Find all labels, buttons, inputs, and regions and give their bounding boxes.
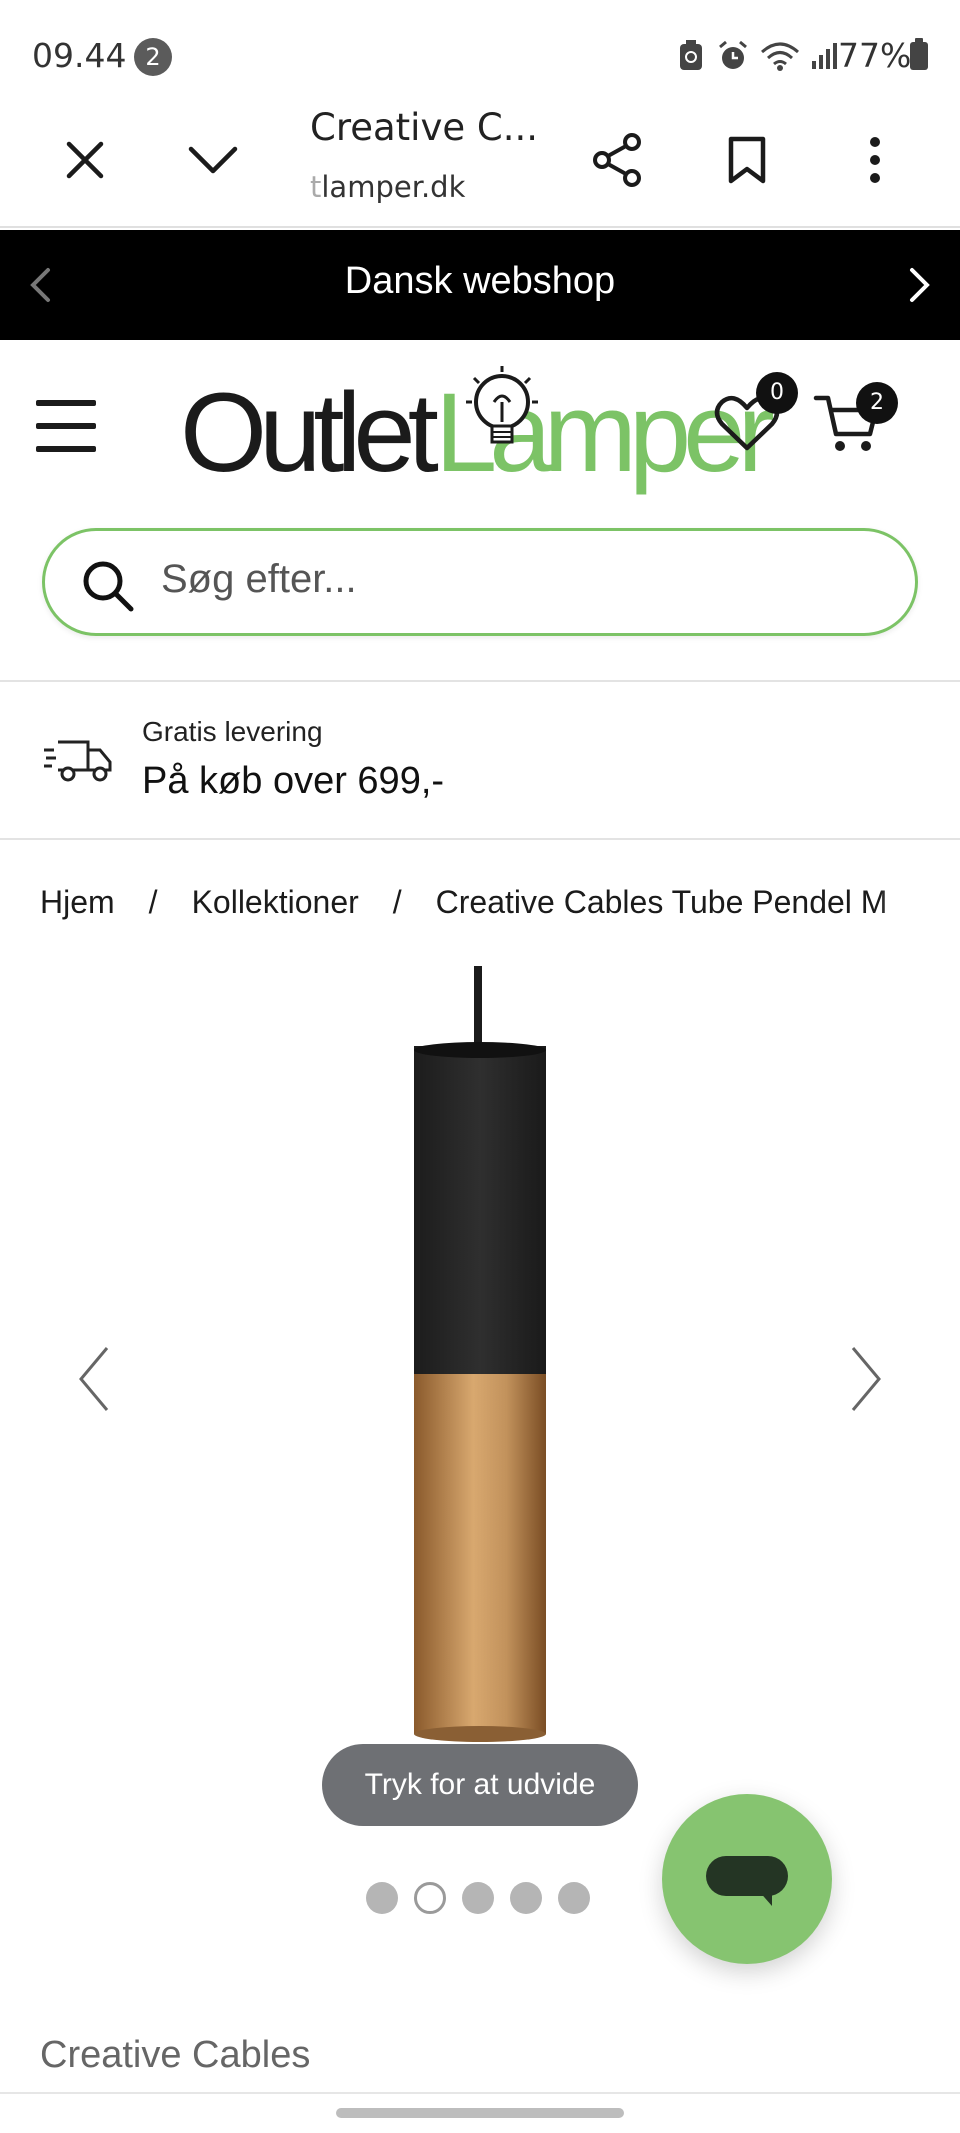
wishlist-count-badge: 0 <box>756 372 798 414</box>
more-menu-button[interactable] <box>835 120 915 200</box>
announcement-text: Dansk webshop <box>344 260 616 302</box>
breadcrumb-home[interactable]: Hjem <box>40 884 115 920</box>
gallery-pagination <box>366 1882 590 1916</box>
bookmark-button[interactable] <box>707 120 787 200</box>
gesture-home-indicator[interactable] <box>336 2108 624 2118</box>
delivery-label: Gratis levering <box>142 716 323 747</box>
breadcrumb-current: Creative Cables Tube Pendel M <box>435 884 888 920</box>
notification-badge: 2 <box>134 38 172 76</box>
search-icon <box>83 561 134 612</box>
divider <box>0 838 960 840</box>
battery-saver-icon <box>680 40 702 70</box>
divider <box>0 2092 960 2094</box>
share-button[interactable] <box>578 120 658 200</box>
status-icons <box>676 36 838 76</box>
breadcrumb-fade <box>880 884 920 934</box>
breadcrumb-separator: / <box>148 884 158 920</box>
logo-text-outlet: Outlet <box>180 370 439 495</box>
menu-line <box>36 423 96 429</box>
gallery-dot[interactable] <box>366 1882 398 1914</box>
alarm-icon <box>719 40 747 69</box>
product-brand[interactable]: Creative Cables <box>40 2034 310 2077</box>
browser-toolbar: Creative C... tlamper.dk <box>0 100 960 228</box>
chevron-down-icon <box>188 146 238 174</box>
product-gallery[interactable] <box>0 966 960 1866</box>
status-bar: 09.44 2 77% <box>0 0 960 100</box>
breadcrumb-separator: / <box>392 884 402 920</box>
gallery-dot-active[interactable] <box>414 1882 446 1914</box>
search-bar[interactable] <box>42 528 918 636</box>
chat-bubble-icon <box>706 1856 788 1896</box>
chat-button[interactable] <box>662 1794 832 1964</box>
expand-hint-button[interactable]: Tryk for at udvide <box>322 1744 638 1826</box>
signal-icon <box>812 43 837 69</box>
url-faded-part: t <box>310 170 322 204</box>
announcement-bar: Dansk webshop <box>0 230 960 340</box>
site-header: Outlet Lamper 0 2 <box>0 340 960 520</box>
battery-percent: 77% <box>838 36 912 75</box>
product-image[interactable] <box>0 966 960 1866</box>
breadcrumb-collections[interactable]: Kollektioner <box>192 884 359 920</box>
share-icon <box>593 133 641 187</box>
page-url[interactable]: tlamper.dk <box>310 170 465 204</box>
site-logo[interactable]: Outlet Lamper <box>180 366 775 495</box>
gallery-next-button[interactable] <box>836 1334 896 1424</box>
delivery-info: Gratis levering På køb over 699,- <box>0 682 960 838</box>
gallery-dot[interactable] <box>462 1882 494 1914</box>
gallery-dot[interactable] <box>510 1882 542 1914</box>
battery-icon <box>910 38 928 70</box>
wifi-icon <box>761 42 799 71</box>
delivery-threshold: På køb over 699,- <box>142 760 445 802</box>
chevron-left-icon <box>79 1347 109 1411</box>
gallery-dot[interactable] <box>558 1882 590 1914</box>
gallery-prev-button[interactable] <box>64 1334 124 1424</box>
delivery-truck-icon <box>44 740 112 782</box>
chevron-right-icon <box>851 1347 881 1411</box>
chat-bubble-tail <box>758 1890 772 1906</box>
close-tab-button[interactable] <box>45 120 125 200</box>
cart-count-badge: 2 <box>856 382 898 424</box>
bookmark-icon <box>728 136 766 184</box>
page-title[interactable]: Creative C... <box>310 106 538 149</box>
more-vertical-icon <box>870 137 880 183</box>
url-domain: lamper.dk <box>321 170 466 204</box>
breadcrumb: Hjem / Kollektioner / Creative Cables Tube P… <box>40 884 920 934</box>
menu-line <box>36 446 96 452</box>
status-time: 09.44 <box>32 36 127 75</box>
lightbulb-icon <box>466 366 538 444</box>
close-icon <box>66 141 104 179</box>
menu-button[interactable] <box>36 400 96 452</box>
menu-line <box>36 400 96 406</box>
announcement-next-button[interactable] <box>890 255 950 315</box>
search-input[interactable] <box>161 557 861 602</box>
chevron-right-icon <box>910 268 930 302</box>
minimize-button[interactable] <box>173 120 253 200</box>
